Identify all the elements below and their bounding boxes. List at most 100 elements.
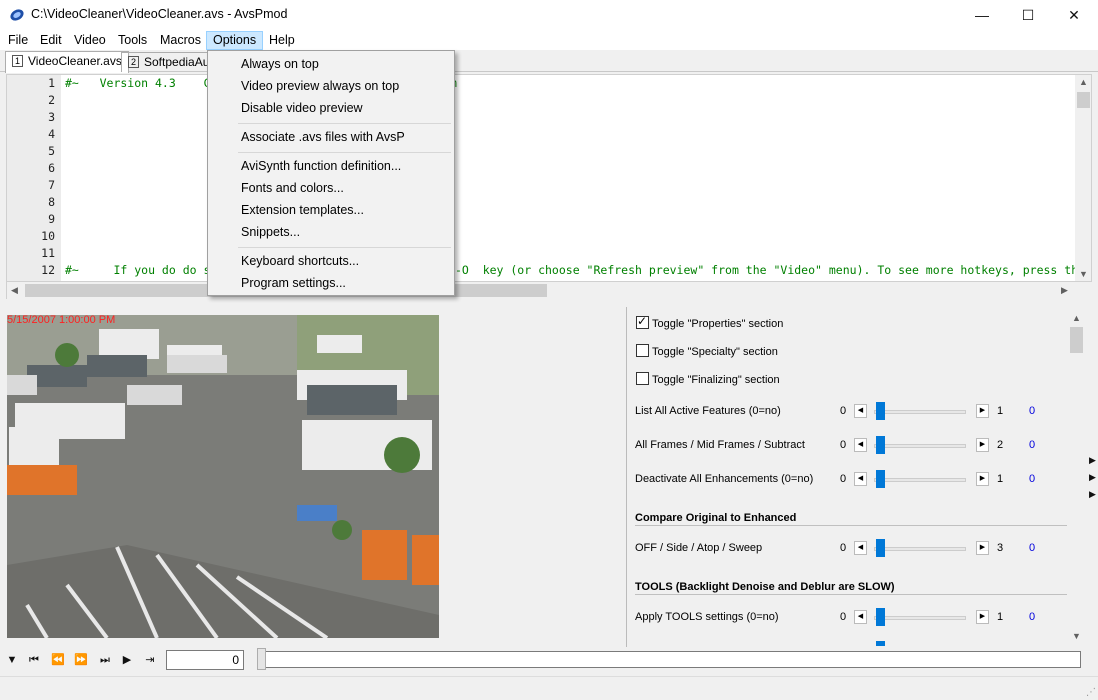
panel-arrow-icon[interactable]: ▶: [1089, 472, 1096, 483]
slider-value[interactable]: 0: [1029, 439, 1035, 451]
panel-arrow-icon[interactable]: ▶: [1089, 455, 1096, 466]
slider-thumb[interactable]: [876, 436, 885, 454]
menu-triangle-icon[interactable]: ▼: [4, 652, 20, 668]
menu-item-extension-templates[interactable]: Extension templates...: [241, 203, 364, 217]
slider-increment-icon[interactable]: ▶: [976, 404, 989, 418]
menu-options[interactable]: Options: [206, 31, 264, 50]
previous-frame-icon[interactable]: ⏪: [50, 652, 66, 668]
slider-value[interactable]: 0: [1029, 542, 1035, 554]
menu-macros[interactable]: Macros: [154, 31, 207, 50]
scroll-right-icon[interactable]: ▶: [1061, 285, 1068, 296]
menu-video[interactable]: Video: [68, 31, 112, 50]
slider-decrement-icon[interactable]: ◀: [854, 541, 867, 555]
panel-arrow-icon[interactable]: ▶: [1089, 489, 1096, 500]
scroll-up-icon[interactable]: ▲: [1072, 313, 1081, 323]
editor-horizontal-scrollbar[interactable]: ◀ ▶: [6, 282, 1074, 299]
slider-min: 0: [840, 473, 847, 485]
line-number: 5: [48, 144, 55, 158]
slider-increment-icon[interactable]: ▶: [976, 438, 989, 452]
slider-max: 3: [997, 542, 1004, 554]
first-frame-icon[interactable]: ⏮: [26, 652, 42, 668]
slider-increment-icon[interactable]: ▶: [976, 610, 989, 624]
menu-item-program-settings[interactable]: Program settings...: [241, 276, 346, 290]
menu-item-snippets[interactable]: Snippets...: [241, 225, 300, 239]
slider-label: Deactivate All Enhancements (0=no): [635, 473, 814, 485]
menu-separator: [238, 152, 451, 153]
slider-decrement-icon[interactable]: ◀: [854, 472, 867, 486]
slider-value[interactable]: 0: [1029, 473, 1035, 485]
checkbox[interactable]: [636, 344, 649, 357]
slider-track[interactable]: [874, 410, 966, 414]
slider-track[interactable]: [874, 616, 966, 620]
slider-thumb[interactable]: [876, 641, 885, 646]
slider-increment-icon[interactable]: ▶: [976, 472, 989, 486]
slider-track[interactable]: [874, 547, 966, 551]
menu-edit[interactable]: Edit: [34, 31, 68, 50]
title-bar: C:\VideoCleaner\VideoCleaner.avs - AvsPm…: [0, 0, 1098, 30]
tab-videocleaner[interactable]: 1 VideoCleaner.avs: [5, 51, 129, 73]
line-number: 6: [48, 161, 55, 175]
editor-vertical-scrollbar[interactable]: ▲ ▼: [1075, 75, 1091, 281]
maximize-button[interactable]: ☐: [1005, 0, 1051, 30]
scroll-thumb[interactable]: [1077, 92, 1090, 108]
slider-thumb[interactable]: [876, 470, 885, 488]
menu-tools[interactable]: Tools: [112, 31, 153, 50]
menu-item-always-on-top[interactable]: Always on top: [241, 57, 319, 71]
toggle-finalizing-row[interactable]: Toggle "Finalizing" section: [636, 372, 780, 386]
slider-increment-icon[interactable]: ▶: [976, 541, 989, 555]
next-frame-icon[interactable]: ⏩: [73, 652, 89, 668]
menu-file[interactable]: File: [2, 31, 34, 50]
app-icon: [10, 9, 24, 21]
slider-track[interactable]: [874, 444, 966, 448]
minimize-button[interactable]: —: [959, 0, 1005, 30]
seek-bar-track[interactable]: [264, 651, 1081, 668]
status-bar: ⋰: [0, 676, 1098, 700]
last-frame-icon[interactable]: ⏭: [97, 652, 113, 668]
menu-item-keyboard-shortcuts[interactable]: Keyboard shortcuts...: [241, 254, 359, 268]
menu-item-fonts-colors[interactable]: Fonts and colors...: [241, 181, 344, 195]
slider-max: 2: [997, 439, 1004, 451]
slider-label: List All Active Features (0=no): [635, 405, 781, 417]
slider-thumb[interactable]: [876, 539, 885, 557]
video-frame[interactable]: 5/15/2007 1:00:00 PM: [7, 315, 439, 638]
goto-frame-icon[interactable]: ⇥: [142, 652, 158, 668]
menu-item-associate-avs[interactable]: Associate .avs files with AvsP: [241, 130, 405, 144]
menu-item-function-definition[interactable]: AviSynth function definition...: [241, 159, 401, 173]
scroll-down-icon[interactable]: ▼: [1072, 631, 1081, 641]
checkbox-checked[interactable]: [636, 314, 649, 329]
slider-track[interactable]: [874, 478, 966, 482]
menu-item-video-preview-on-top[interactable]: Video preview always on top: [241, 79, 399, 93]
slider-decrement-icon[interactable]: ◀: [854, 404, 867, 418]
scroll-left-icon[interactable]: ◀: [11, 285, 18, 296]
toggle-specialty-row[interactable]: Toggle "Specialty" section: [636, 344, 778, 358]
slider-value[interactable]: 0: [1029, 405, 1035, 417]
menu-help[interactable]: Help: [263, 31, 301, 50]
checkbox[interactable]: [636, 372, 649, 385]
menu-item-disable-preview[interactable]: Disable video preview: [241, 101, 363, 115]
script-editor[interactable]: 1 2 3 4 5 6 7 8 9 10 11 12 #~ Version 4.…: [6, 74, 1092, 282]
panel-vertical-scrollbar[interactable]: ▲ ▼: [1068, 310, 1085, 646]
scroll-thumb[interactable]: [1070, 327, 1083, 353]
section-heading: TOOLS (Backlight Denoise and Deblur are …: [635, 581, 895, 593]
toggle-label: Toggle "Properties" section: [652, 318, 784, 330]
play-icon[interactable]: ▶: [119, 652, 135, 668]
frame-number-input[interactable]: 0: [166, 650, 244, 670]
slider-thumb[interactable]: [876, 402, 885, 420]
toggle-properties-row[interactable]: Toggle "Properties" section: [636, 314, 784, 330]
slider-thumb[interactable]: [876, 608, 885, 626]
scroll-up-icon[interactable]: ▲: [1079, 77, 1088, 87]
tab-number: 1: [12, 55, 23, 67]
resize-grip-icon[interactable]: ⋰: [1086, 687, 1096, 698]
close-button[interactable]: ✕: [1051, 0, 1097, 30]
section-heading: Compare Original to Enhanced: [635, 512, 797, 524]
toggle-label: Toggle "Specialty" section: [652, 346, 778, 358]
parking-lot-image: [7, 315, 439, 638]
slider-value[interactable]: 0: [1029, 611, 1035, 623]
tab-softpedia[interactable]: 2 SoftpediaAu: [121, 52, 217, 72]
slider-max: 1: [997, 611, 1004, 623]
slider-decrement-icon[interactable]: ◀: [854, 438, 867, 452]
scroll-down-icon[interactable]: ▼: [1079, 269, 1088, 279]
slider-decrement-icon[interactable]: ◀: [854, 610, 867, 624]
playback-toolbar: ▼ ⏮ ⏪ ⏩ ⏭ ▶ ⇥ 0: [0, 648, 1098, 674]
seek-bar-thumb[interactable]: [257, 648, 266, 670]
